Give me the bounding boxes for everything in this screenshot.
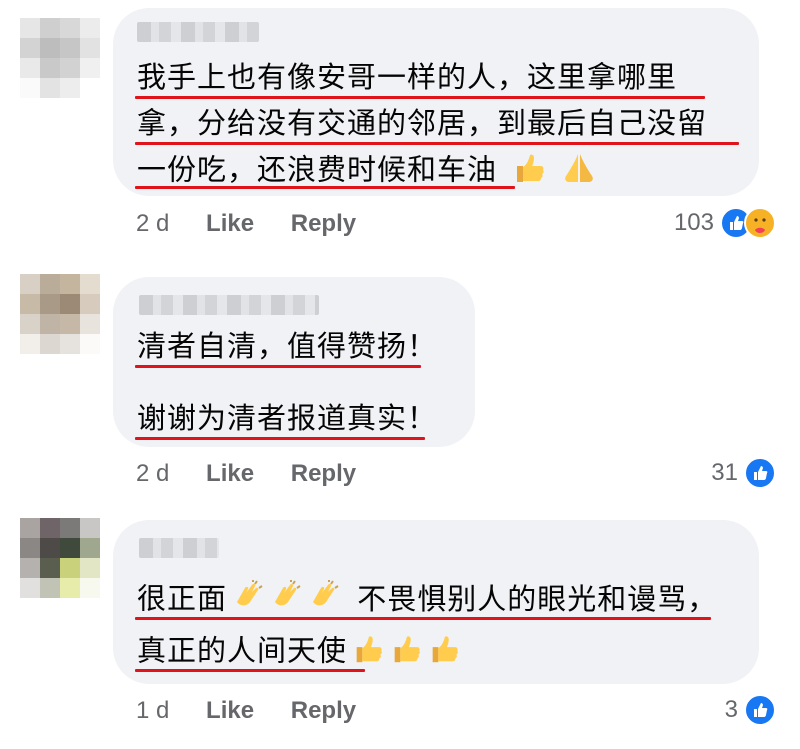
comment-text: 一份吃，还浪费时候和车油 — [137, 152, 498, 187]
reaction-count: 103 — [673, 209, 714, 236]
comment-bubble: 很正面 不畏惧别人的眼光和谩骂， 真正的人间天使 — [113, 520, 759, 684]
comment-text-line: 很正面 不畏惧别人的眼光和谩骂， — [137, 580, 717, 621]
reaction-summary[interactable]: 31 — [711, 457, 776, 489]
thumbs-up-emoji — [351, 632, 385, 673]
care-reaction-icon — [744, 207, 776, 239]
reply-button[interactable]: Reply — [291, 210, 356, 237]
like-button[interactable]: Like — [206, 460, 254, 487]
like-reaction-icon — [744, 457, 776, 489]
comment-text-line: 真正的人间天使 — [137, 632, 461, 673]
like-button[interactable]: Like — [206, 210, 254, 237]
reaction-count: 3 — [724, 696, 738, 723]
comment-timestamp[interactable]: 2 d — [136, 460, 169, 487]
reply-button[interactable]: Reply — [291, 697, 356, 724]
avatar[interactable] — [20, 274, 100, 354]
comment-timestamp[interactable]: 1 d — [136, 697, 169, 724]
thumbs-up-emoji — [427, 632, 461, 673]
clapping-hands-emoji — [269, 580, 303, 621]
red-underline — [135, 96, 705, 99]
red-underline — [135, 365, 421, 368]
comment-text: 很正面 — [137, 581, 228, 616]
comment-text-line: 我手上也有像安哥一样的人，这里拿哪里 — [137, 60, 678, 94]
comment-bubble: 我手上也有像安哥一样的人，这里拿哪里 拿，分给没有交通的邻居，到最后自己没留 一… — [113, 8, 759, 196]
red-underline — [135, 669, 365, 672]
thumbs-up-emoji — [511, 150, 547, 193]
commenter-name[interactable] — [139, 295, 319, 315]
comment-timestamp[interactable]: 2 d — [136, 210, 169, 237]
comment-text-line: 清者自清，值得赞扬！ — [137, 329, 438, 363]
comment-text: 真正的人间天使 — [137, 633, 348, 668]
comment-meta: 2 d Like Reply — [136, 460, 356, 488]
comment-text-line: 拿，分给没有交通的邻居，到最后自己没留 — [137, 106, 708, 140]
red-underline — [135, 142, 739, 145]
avatar[interactable] — [20, 518, 100, 598]
clapping-hands-emoji — [231, 580, 265, 621]
like-reaction-icon — [744, 694, 776, 726]
commenter-name[interactable] — [139, 538, 219, 558]
reaction-summary[interactable]: 3 — [725, 694, 776, 726]
reaction-count: 31 — [711, 459, 738, 486]
folded-hands-emoji — [561, 150, 597, 193]
comment-meta: 1 d Like Reply — [136, 697, 356, 725]
avatar[interactable] — [20, 18, 100, 98]
red-underline — [135, 617, 711, 620]
red-underline — [135, 186, 515, 189]
thumbs-up-emoji — [389, 632, 423, 673]
commenter-name[interactable] — [137, 22, 259, 42]
reaction-summary[interactable]: 103 — [674, 207, 776, 239]
clapping-hands-emoji — [307, 580, 341, 621]
like-button[interactable]: Like — [206, 697, 254, 724]
red-underline — [135, 437, 425, 440]
reply-button[interactable]: Reply — [291, 460, 356, 487]
comment-text-line: 谢谢为清者报道真实！ — [137, 401, 438, 435]
comment-meta: 2 d Like Reply — [136, 210, 356, 238]
comment-text: 不畏惧别人的眼光和谩骂， — [357, 581, 718, 616]
comment-bubble: 清者自清，值得赞扬！ 谢谢为清者报道真实！ — [113, 277, 475, 447]
